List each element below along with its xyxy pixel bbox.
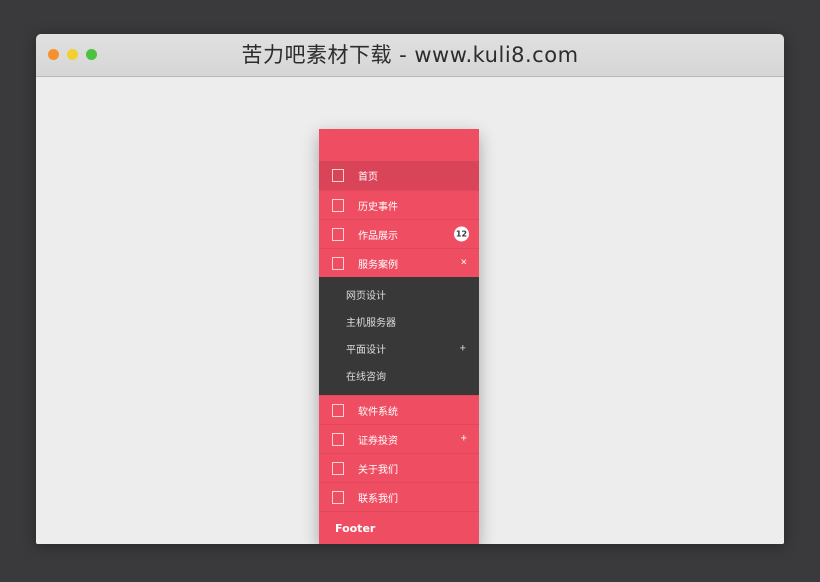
menu-item-label: 首页 bbox=[358, 172, 378, 183]
tofu-box-icon bbox=[332, 403, 344, 417]
menu-item-label: 关于我们 bbox=[358, 464, 398, 476]
menu-item-label: 证券投资 bbox=[358, 435, 398, 447]
submenu-item-web-design[interactable]: 网页设计 bbox=[319, 281, 479, 308]
menu-item-label: 作品展示 bbox=[358, 230, 398, 242]
count-badge: 12 bbox=[454, 226, 469, 242]
tofu-box-icon bbox=[332, 169, 344, 182]
tofu-box-icon bbox=[332, 256, 344, 270]
tofu-box-icon bbox=[332, 490, 344, 504]
menu-item-label: 服务案例 bbox=[358, 259, 398, 271]
submenu-panel: 网页设计 主机服务器 平面设计 + 在线咨询 bbox=[319, 277, 479, 395]
menu-item-label: 联系我们 bbox=[358, 493, 398, 505]
tofu-box-icon bbox=[332, 227, 344, 241]
plus-icon[interactable]: + bbox=[460, 343, 466, 354]
menu-item-history[interactable]: 历史事件 bbox=[319, 190, 479, 219]
menu-item-contact-us[interactable]: 联系我们 bbox=[319, 482, 479, 511]
menu-item-services[interactable]: 服务案例 × bbox=[319, 248, 479, 277]
menu-item-label: 历史事件 bbox=[358, 201, 398, 213]
submenu-item-label: 网页设计 bbox=[346, 291, 386, 302]
menu-item-home[interactable]: 首页 bbox=[319, 161, 479, 190]
menu-item-software-system[interactable]: 软件系统 bbox=[319, 395, 479, 424]
submenu-item-online-consult[interactable]: 在线咨询 bbox=[319, 362, 479, 389]
menu-item-works[interactable]: 作品展示 12 bbox=[319, 219, 479, 248]
menu-footer[interactable]: Footer bbox=[319, 511, 479, 544]
window-titlebar: 苦力吧素材下载 - www.kuli8.com bbox=[36, 34, 784, 77]
browser-window: 苦力吧素材下载 - www.kuli8.com 首页 历史事件 作品展示 12 … bbox=[36, 34, 784, 544]
tofu-box-icon bbox=[332, 198, 344, 212]
vertical-navigation-menu: 首页 历史事件 作品展示 12 服务案例 × 网页设计 主机服务器 平面设计 +… bbox=[319, 129, 479, 544]
menu-footer-label: Footer bbox=[335, 521, 376, 535]
page-viewport: 首页 历史事件 作品展示 12 服务案例 × 网页设计 主机服务器 平面设计 +… bbox=[36, 77, 784, 544]
menu-item-about-us[interactable]: 关于我们 bbox=[319, 453, 479, 482]
close-icon[interactable]: × bbox=[461, 257, 467, 269]
plus-icon[interactable]: + bbox=[461, 433, 467, 445]
submenu-item-label: 主机服务器 bbox=[346, 318, 396, 329]
menu-item-label: 软件系统 bbox=[358, 406, 398, 418]
window-title: 苦力吧素材下载 - www.kuli8.com bbox=[241, 43, 579, 67]
submenu-item-host-server[interactable]: 主机服务器 bbox=[319, 308, 479, 335]
submenu-item-graphic-design[interactable]: 平面设计 + bbox=[319, 335, 479, 362]
menu-header-bar bbox=[319, 129, 479, 161]
menu-item-securities[interactable]: 证券投资 + bbox=[319, 424, 479, 453]
submenu-item-label: 平面设计 bbox=[346, 345, 386, 356]
tofu-box-icon bbox=[332, 461, 344, 475]
submenu-item-label: 在线咨询 bbox=[346, 372, 386, 383]
tofu-box-icon bbox=[332, 432, 344, 446]
